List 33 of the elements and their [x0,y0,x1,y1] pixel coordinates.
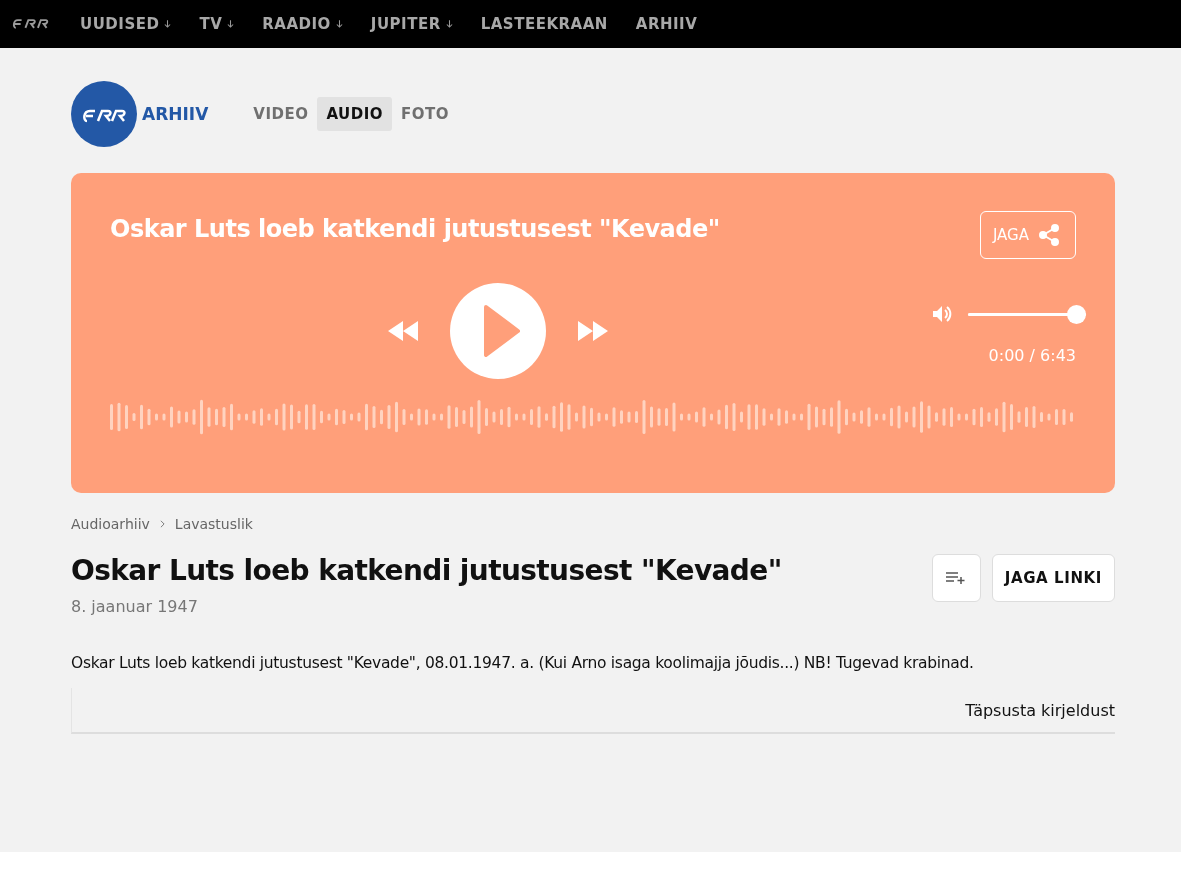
nav-link[interactable]: RAADIO [262,15,343,33]
playback-time: 0:00 / 6:43 [988,346,1076,365]
volume-thumb[interactable] [1067,304,1086,324]
refine-description-link[interactable]: Täpsusta kirjeldust [965,700,1115,720]
brand-label[interactable]: ARHIIV [142,104,209,124]
waveform-drawing[interactable] [110,397,1074,437]
nav-link[interactable]: ARHIIV [635,15,698,33]
article-title: Oskar Luts loeb katkendi jutustusest "Kevade" [71,554,782,587]
down-arrow-icon [445,19,453,29]
player-title: Oskar Luts loeb katkendi jutustusest "Kevade" [110,215,720,243]
play-icon[interactable] [450,283,546,379]
share-icon [1037,223,1061,247]
nav-link[interactable]: UUDISED [80,15,172,33]
logo-icon[interactable] [71,81,137,147]
down-arrow-icon [227,19,235,29]
down-arrow-icon [164,19,172,29]
share-link-button[interactable]: JAGA LINKI [991,554,1115,602]
chevron-right-icon [159,520,165,528]
description-text: Oskar Luts loeb katkendi jutustusest "Kevade", 08.01.1947. a. (Kui Arno isaga koolimajja jõudis...) NB! Tugevad krabinad. [71,654,975,672]
breadcrumb-link[interactable]: Lavastuslik [174,516,253,532]
playlist-add-icon [946,571,967,585]
nav-link[interactable]: TV [199,15,235,33]
nav-link[interactable]: LASTEEKRAAN [480,15,608,33]
media-tab[interactable]: AUDIO [317,97,393,131]
fast-forward-icon[interactable] [578,321,608,341]
add-to-playlist-button[interactable] [931,554,981,602]
media-tab[interactable]: VIDEO [244,97,318,131]
media-tab[interactable]: FOTO [392,97,459,131]
breadcrumb-link[interactable]: Audioarhiiv [71,516,150,532]
down-arrow-icon [335,19,343,29]
rewind-icon[interactable] [388,321,418,341]
article-date: 8. jaanuar 1947 [71,597,199,616]
nav-link[interactable]: JUPITER [370,15,453,33]
